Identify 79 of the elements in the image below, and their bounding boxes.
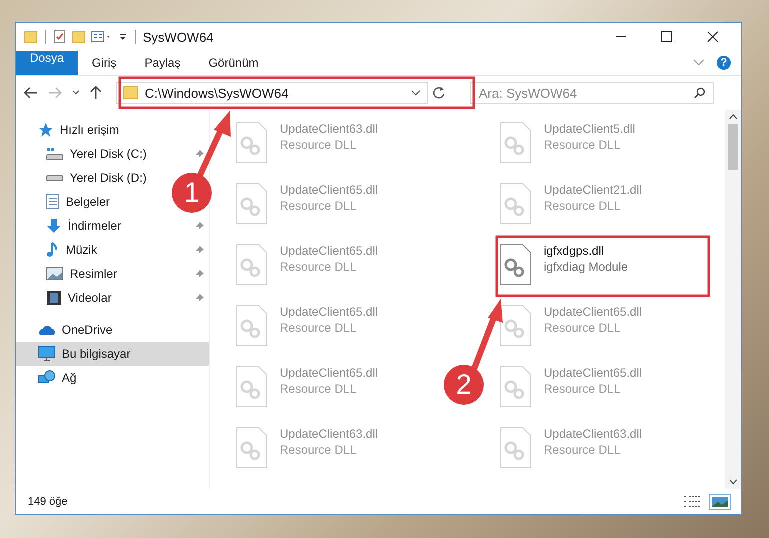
pin-icon[interactable] — [195, 293, 205, 303]
system-drive-icon — [46, 147, 64, 161]
gear-document-icon — [500, 366, 532, 408]
network-icon — [38, 370, 56, 386]
search-field[interactable]: Ara: SysWOW64 — [470, 82, 714, 104]
details-view-icon[interactable] — [681, 494, 703, 510]
file-type: Resource DLL — [280, 321, 358, 335]
gear-document-icon — [500, 122, 532, 164]
gear-document-icon — [236, 122, 268, 164]
dropdown-icon[interactable] — [411, 90, 421, 96]
gear-document-icon — [500, 305, 532, 347]
cloud-icon — [38, 324, 56, 336]
gear-document-icon — [500, 427, 532, 469]
sidebar-item[interactable]: Ağ — [16, 366, 83, 390]
ribbon-tab[interactable]: Paylaş — [130, 51, 195, 75]
gear-document-icon — [236, 427, 268, 469]
sidebar-item[interactable]: Resimler — [16, 262, 209, 286]
recent-dropdown-icon[interactable] — [72, 90, 80, 96]
address-bar[interactable]: C:\Windows\SysWOW64 — [116, 82, 428, 104]
film-strip-icon — [46, 290, 62, 306]
gear-document-icon — [236, 244, 268, 286]
scroll-up-icon[interactable] — [728, 114, 738, 120]
sidebar-item[interactable]: OneDrive — [16, 318, 119, 342]
close-icon[interactable] — [707, 31, 719, 43]
pin-icon[interactable] — [195, 269, 205, 279]
sidebar-item[interactable]: Hızlı erişim — [16, 118, 126, 142]
sidebar-item[interactable]: Müzik — [16, 238, 209, 262]
gear-document-icon — [236, 305, 268, 347]
chevron-down-icon[interactable] — [693, 59, 705, 67]
file-type: igfxdiag Module — [544, 260, 628, 274]
download-arrow-icon — [46, 218, 62, 234]
scrollbar[interactable] — [725, 110, 741, 489]
help-button[interactable]: ? — [717, 56, 731, 70]
file-type: Resource DLL — [544, 199, 622, 213]
file-type: Resource DLL — [544, 321, 622, 335]
sidebar-item[interactable]: Videolar — [16, 286, 209, 310]
gear-document-icon — [500, 244, 532, 286]
pin-icon[interactable] — [195, 149, 205, 159]
file-type: Resource DLL — [280, 443, 358, 457]
folder-icon — [123, 86, 139, 100]
search-icon — [694, 87, 706, 99]
file-type: Resource DLL — [544, 443, 622, 457]
pin-icon[interactable] — [195, 221, 205, 231]
file-type: Resource DLL — [544, 382, 622, 396]
file-type: Resource DLL — [544, 138, 622, 152]
scroll-down-icon[interactable] — [728, 479, 738, 485]
up-arrow-icon[interactable] — [90, 86, 102, 100]
ribbon-tab[interactable]: Giriş — [78, 51, 131, 75]
music-note-icon — [46, 242, 60, 258]
monitor-icon — [38, 346, 56, 362]
window-title: SysWOW64 — [143, 30, 214, 44]
pin-icon[interactable] — [195, 245, 205, 255]
back-arrow-icon[interactable] — [24, 87, 38, 99]
file-name[interactable]: igfxdgps.dll — [544, 244, 628, 258]
ribbon-tab[interactable]: Görünüm — [194, 51, 273, 75]
gear-document-icon — [236, 366, 268, 408]
sidebar-item[interactable]: Belgeler — [16, 190, 116, 214]
large-icons-view-icon[interactable] — [709, 494, 731, 510]
item-count: 149 öğe — [28, 496, 68, 508]
file-type: Resource DLL — [280, 260, 358, 274]
gear-document-icon — [236, 183, 268, 225]
file-type: Resource DLL — [280, 199, 358, 213]
picture-icon — [46, 267, 64, 281]
sidebar-item[interactable]: İndirmeler — [16, 214, 209, 238]
file-type: Resource DLL — [280, 382, 358, 396]
refresh-icon[interactable] — [432, 86, 446, 100]
sidebar-item[interactable]: Yerel Disk (D:) — [16, 166, 153, 190]
maximize-icon[interactable] — [661, 31, 673, 43]
drive-icon — [46, 174, 64, 182]
file-type: Resource DLL — [280, 138, 358, 152]
view-options-icon[interactable] — [91, 30, 113, 44]
sidebar-item[interactable]: Bu bilgisayar — [16, 342, 209, 366]
document-icon — [46, 194, 60, 210]
sidebar-item[interactable]: Yerel Disk (C:) — [16, 142, 209, 166]
properties-icon[interactable] — [53, 30, 67, 44]
scrollbar-thumb[interactable] — [728, 124, 738, 170]
star-icon — [38, 122, 54, 138]
gear-document-icon — [500, 183, 532, 225]
annotation-arrow — [197, 111, 231, 178]
